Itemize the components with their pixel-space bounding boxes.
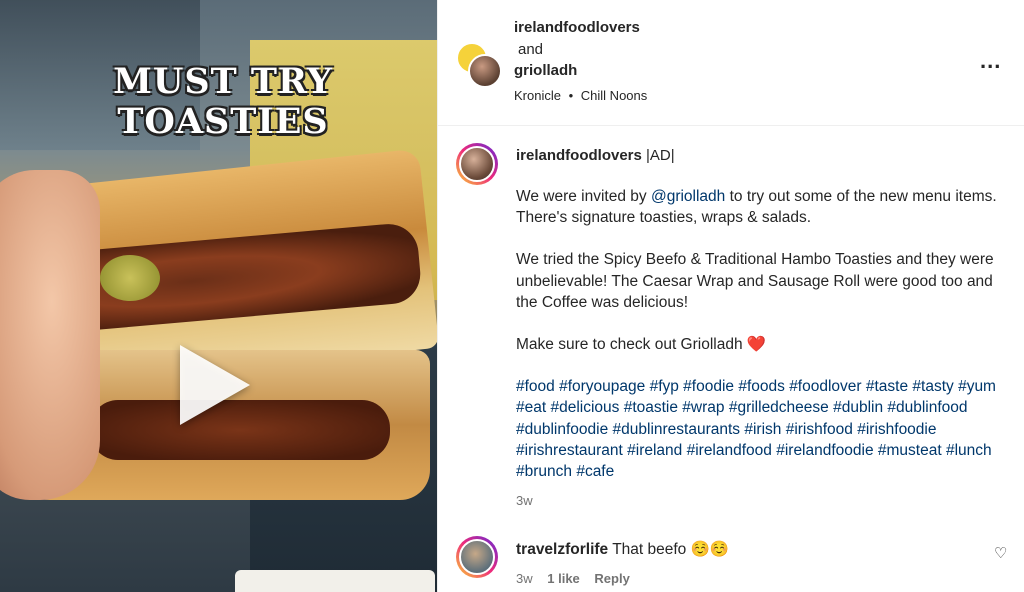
audio-track[interactable]: Chill Noons	[581, 88, 647, 103]
header-username-1[interactable]: irelandfoodlovers	[514, 19, 640, 36]
caption-paragraph-3: Make sure to check out Griolladh ❤️	[516, 334, 1006, 355]
post-viewer: MUST TRY TOASTIES irelandfoodlovers and …	[0, 0, 1024, 592]
caption-text: We were invited by @griolladh to try out…	[516, 186, 1006, 503]
play-icon[interactable]	[180, 345, 250, 425]
hand	[0, 170, 100, 500]
audio-info[interactable]: Kronicle • Chill Noons	[514, 88, 647, 103]
caption-text-span: We were invited by	[516, 188, 651, 205]
caption-username[interactable]: irelandfoodlovers	[516, 147, 642, 164]
audio-separator: •	[568, 88, 574, 103]
reply-button[interactable]: Reply	[594, 571, 629, 586]
caption-header: irelandfoodlovers |AD|	[516, 147, 675, 164]
comment-text: travelzforlife That beefo ☺️☺️	[516, 540, 729, 559]
more-options-icon[interactable]: ...	[980, 48, 1001, 74]
header-and-text: and	[518, 41, 544, 58]
avatar	[459, 146, 495, 182]
audio-artist[interactable]: Kronicle	[514, 88, 561, 103]
post-media[interactable]: MUST TRY TOASTIES	[0, 0, 437, 592]
post-panel: irelandfoodlovers and griolladh Kronicle…	[437, 0, 1024, 592]
heart-emoji: ❤️	[746, 336, 767, 354]
heart-icon[interactable]: ♡	[994, 544, 1007, 562]
header-username-2[interactable]: griolladh	[514, 62, 577, 79]
hashtags[interactable]: #food #foryoupage #fyp #foodie #foods #f…	[516, 376, 1006, 482]
cup	[235, 570, 435, 592]
caption-paragraph-1: We were invited by @griolladh to try out…	[516, 186, 1006, 228]
caption-paragraph-2: We tried the Spicy Beefo & Traditional H…	[516, 251, 994, 311]
comment-timestamp[interactable]: 3w	[516, 571, 533, 586]
comment-meta: 3w 1 like Reply	[516, 571, 641, 586]
avatar	[459, 539, 495, 575]
mention-link[interactable]: @griolladh	[651, 188, 725, 205]
avatar[interactable]	[468, 54, 502, 88]
ad-tag: |AD|	[641, 147, 675, 164]
caption-text-span: Make sure to check out Griolladh	[516, 336, 747, 354]
caption-timestamp[interactable]: 3w	[516, 493, 533, 508]
post-header: irelandfoodlovers and griolladh Kronicle…	[438, 0, 1024, 126]
comment-avatar[interactable]	[456, 536, 498, 578]
overlay-line-1: MUST TRY	[113, 61, 333, 102]
jalapeno	[100, 255, 160, 301]
media-overlay-title: MUST TRY TOASTIES	[108, 62, 338, 142]
comment-likes[interactable]: 1 like	[547, 571, 580, 586]
comment-body: That beefo ☺️☺️	[608, 541, 730, 558]
caption-avatar[interactable]	[456, 143, 498, 185]
comment-username[interactable]: travelzforlife	[516, 541, 608, 558]
overlay-line-2: TOASTIES	[117, 101, 329, 142]
collab-avatars[interactable]	[456, 42, 502, 88]
